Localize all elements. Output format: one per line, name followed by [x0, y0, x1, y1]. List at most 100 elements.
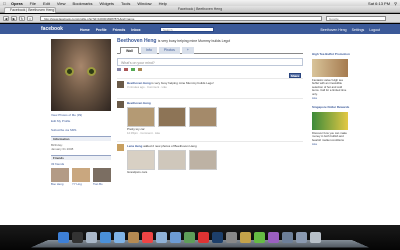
back-icon[interactable]: ◀	[3, 16, 9, 21]
ad-like-link[interactable]: Like	[312, 142, 350, 147]
tab-wall[interactable]: Wall	[120, 47, 140, 54]
friend-photo	[93, 168, 111, 182]
story-author[interactable]: Beethoven Heng	[127, 101, 151, 105]
clock[interactable]: Sat 6:13 PM	[368, 1, 390, 6]
downloads-stack-icon[interactable]	[282, 232, 293, 243]
friends-count[interactable]: 33 friends	[51, 162, 111, 166]
tab-photos[interactable]: Photos	[158, 47, 180, 54]
attach-event[interactable]	[138, 68, 142, 72]
ad-image[interactable]	[312, 111, 348, 130]
story-photos	[127, 107, 303, 127]
story-photo[interactable]	[158, 150, 186, 170]
menu-widgets[interactable]: Widgets	[100, 1, 114, 6]
story-photo[interactable]	[127, 107, 155, 127]
ical-icon[interactable]	[142, 232, 153, 243]
menu-app-name[interactable]: Opera	[11, 1, 23, 6]
menu-file[interactable]: File	[30, 1, 36, 6]
account-name-link[interactable]: Beethoven Heng	[321, 28, 347, 32]
friend-photo	[51, 168, 69, 182]
ad-like-link[interactable]: Like	[312, 96, 350, 101]
dock-icons	[58, 232, 321, 243]
attach-link[interactable]	[131, 68, 135, 72]
apple-icon[interactable]: 	[3, 1, 6, 6]
address-book-icon[interactable]	[128, 232, 139, 243]
story-body: Beethoven Heng Pretty toy car 12:45pm · …	[127, 101, 303, 135]
facebook-logo[interactable]: facebook	[41, 26, 63, 32]
nav-friends[interactable]: Friends	[113, 28, 126, 32]
forward-icon[interactable]: ▶	[11, 16, 17, 21]
story-avatar[interactable]	[117, 144, 124, 151]
reload-icon[interactable]: ↻	[19, 16, 25, 21]
ad-text: Discover how you can make money in both …	[312, 130, 347, 142]
feed-story: Beethoven Heng is very busy helping mine…	[117, 78, 303, 92]
information-box-header[interactable]: Information	[51, 136, 111, 141]
friends-box-header[interactable]: Friends	[51, 155, 111, 160]
mail-icon[interactable]	[86, 232, 97, 243]
nav-inbox[interactable]: Inbox	[131, 28, 140, 32]
menu-view[interactable]: View	[57, 1, 66, 6]
nav-profile[interactable]: Profile	[96, 28, 107, 32]
profile-picture[interactable]	[51, 39, 111, 111]
status-composer-input[interactable]: What's on your mind?	[117, 58, 303, 66]
finder-icon[interactable]	[58, 232, 69, 243]
nav-home[interactable]: Home	[80, 28, 90, 32]
story-meta[interactable]: 12:45pm · Comment · Like	[127, 131, 303, 135]
friend-tile[interactable]: YY Ling	[72, 168, 90, 186]
ad-title[interactable]: High Tea Buffet Promotion	[312, 52, 350, 57]
story-photo[interactable]	[189, 107, 217, 127]
preview-icon[interactable]	[156, 232, 167, 243]
app-icon[interactable]	[254, 232, 265, 243]
browser-tab[interactable]: Facebook | Beethoven Heng	[4, 7, 56, 13]
menu-help[interactable]: Help	[159, 1, 167, 6]
menu-bookmarks[interactable]: Bookmarks	[73, 1, 93, 6]
facebook-search-input[interactable]: Search	[160, 26, 214, 32]
friend-name: YY Ling	[72, 182, 82, 186]
opera-icon[interactable]	[198, 232, 209, 243]
story-meta[interactable]: 3 minutes ago · Comment · Like	[127, 85, 303, 89]
settings-link[interactable]: Settings	[352, 28, 365, 32]
story-author[interactable]: Lena Heng	[127, 144, 142, 148]
story-photo[interactable]	[158, 107, 186, 127]
app-icon[interactable]	[240, 232, 251, 243]
left-column: View Photos of Me (39) Edit My Profile S…	[51, 39, 111, 186]
friend-tile[interactable]: Tian Bo	[93, 168, 111, 186]
menu-window[interactable]: Window	[137, 1, 151, 6]
menu-tools[interactable]: Tools	[121, 1, 130, 6]
story-avatar[interactable]	[117, 81, 124, 88]
itunes-icon[interactable]	[170, 232, 181, 243]
story-photo[interactable]	[127, 150, 155, 170]
ad-title[interactable]: Singapore Dollar Rewards	[312, 106, 350, 110]
dashboard-icon[interactable]	[72, 232, 83, 243]
friend-tile[interactable]: Boo Heng	[51, 168, 69, 186]
profile-name[interactable]: Beethoven Heng	[117, 38, 156, 44]
safari-icon[interactable]	[100, 232, 111, 243]
iphoto-icon[interactable]	[184, 232, 195, 243]
app-icon[interactable]	[268, 232, 279, 243]
url-field[interactable]: http://www.facebook.com/profile.php?id=1…	[40, 16, 322, 21]
photoshop-icon[interactable]	[212, 232, 223, 243]
ichat-icon[interactable]	[114, 232, 125, 243]
attach-photo[interactable]	[117, 68, 121, 72]
ads-column: High Tea Buffet Promotion Fantastic valu…	[312, 52, 350, 152]
spotlight-icon[interactable]: ⚲	[394, 1, 397, 6]
story-avatar[interactable]	[117, 101, 124, 108]
ad-unit: Singapore Dollar Rewards Discover how yo…	[312, 106, 350, 146]
view-photos-link[interactable]: View Photos of Me (39)	[51, 113, 111, 117]
tab-add[interactable]: +	[181, 47, 194, 54]
logout-link[interactable]: Logout	[369, 28, 380, 32]
tab-info[interactable]: Info	[141, 47, 157, 54]
edit-profile-link[interactable]: Edit My Profile	[51, 119, 111, 123]
attach-video[interactable]	[124, 68, 128, 72]
home-icon[interactable]: ⌂	[27, 16, 33, 21]
browser-search-field[interactable]: Google	[326, 16, 386, 21]
link-icon	[131, 68, 135, 71]
system-preferences-icon[interactable]	[226, 232, 237, 243]
story-photo[interactable]	[189, 150, 217, 170]
photo-icon	[117, 68, 121, 71]
subscribe-sms-link[interactable]: Subscribe via SMS	[51, 128, 111, 132]
friend-name: Tian Bo	[93, 182, 103, 186]
menu-edit[interactable]: Edit	[43, 1, 50, 6]
trash-icon[interactable]	[310, 232, 321, 243]
documents-stack-icon[interactable]	[296, 232, 307, 243]
ad-image[interactable]	[312, 58, 348, 77]
